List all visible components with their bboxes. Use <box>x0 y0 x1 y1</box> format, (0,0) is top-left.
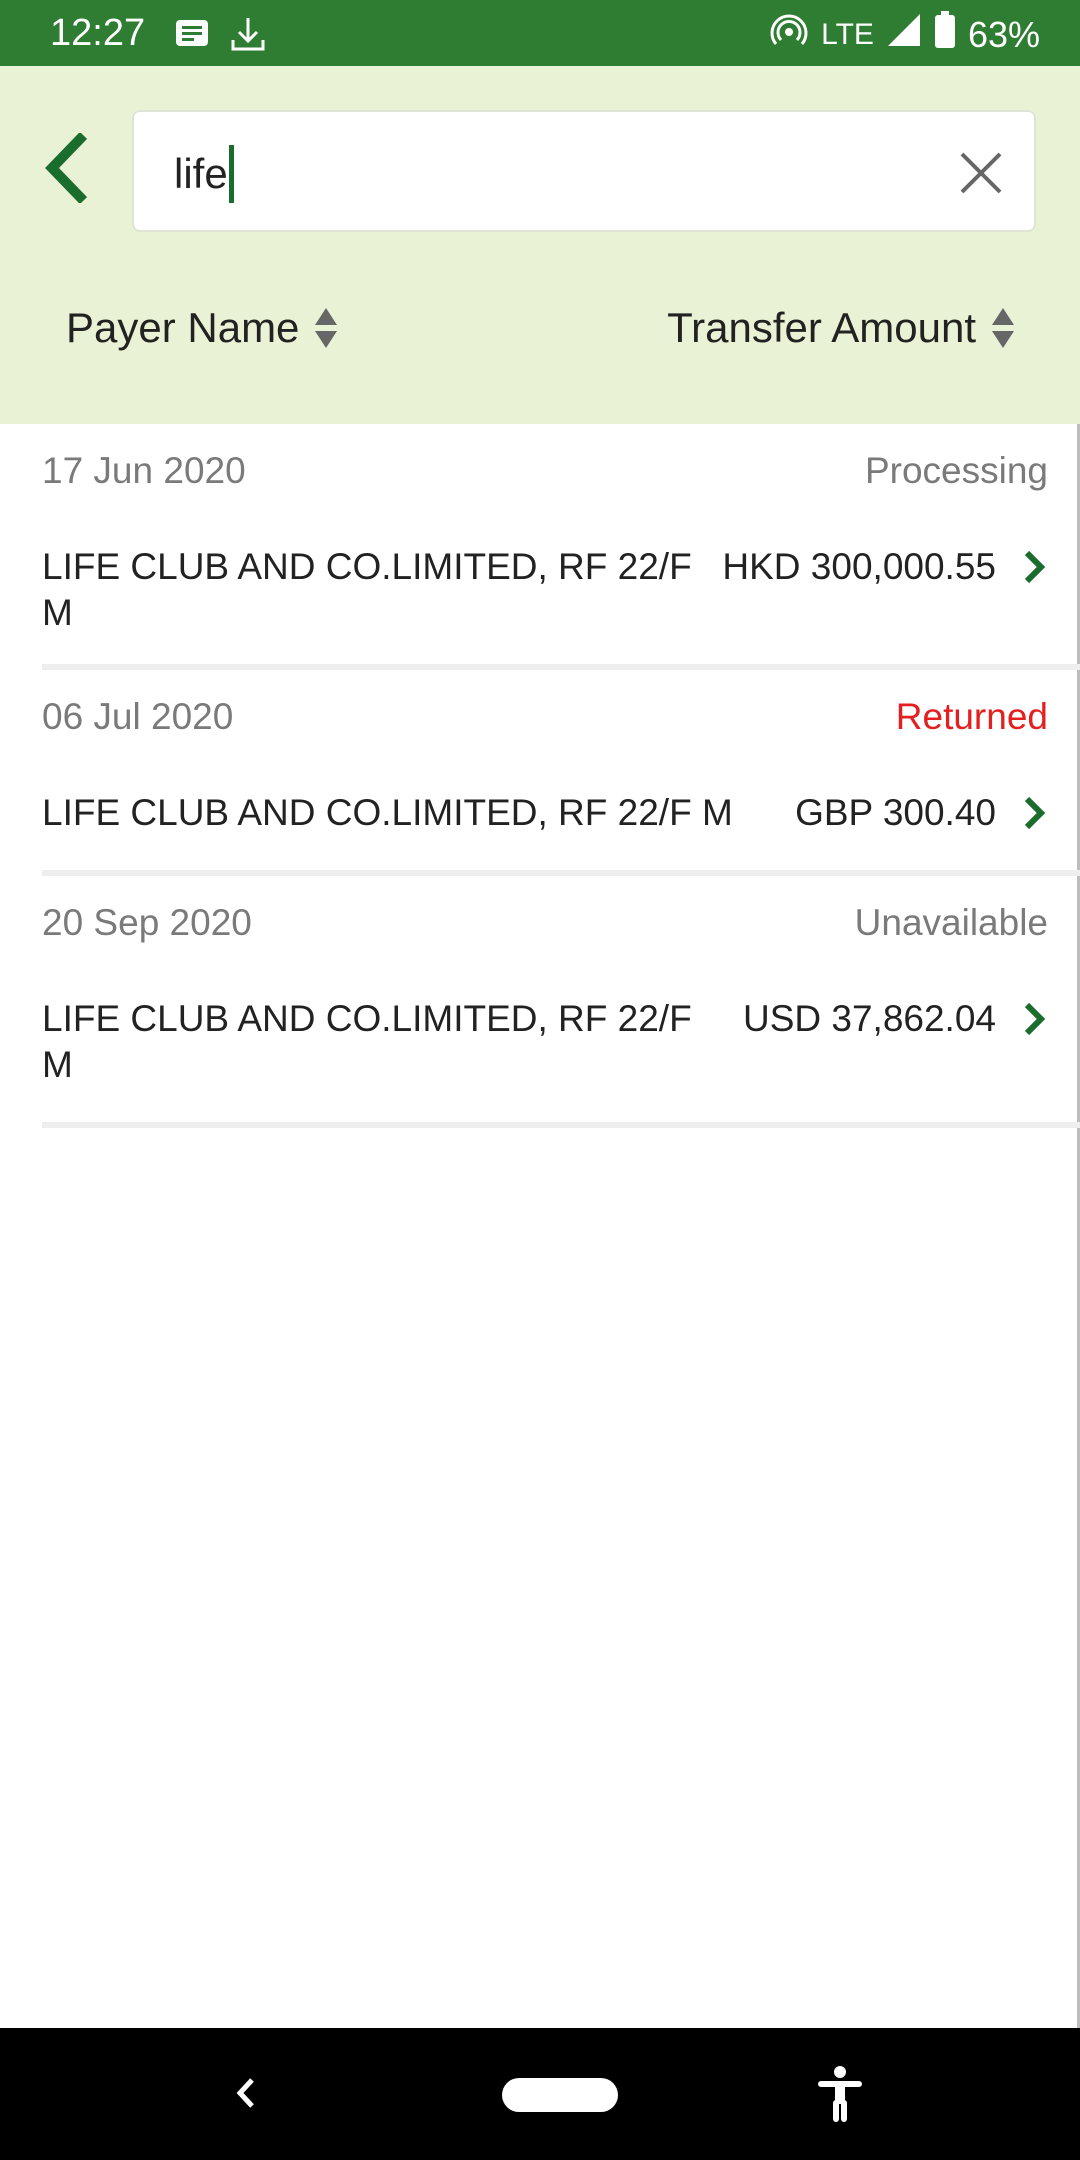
item-amount: HKD 300,000.55 <box>722 546 996 587</box>
item-amount: GBP 300.40 <box>795 792 996 833</box>
message-icon <box>172 14 212 54</box>
item-payer-name: LIFE CLUB AND CO.LIMITED, RF 22/F M <box>42 546 692 633</box>
status-bar: 12:27 LTE 63% <box>0 0 1080 66</box>
search-input-value: life <box>174 150 228 197</box>
item-status: Unavailable <box>854 902 1048 943</box>
chevron-right-icon <box>1016 790 1052 836</box>
accessibility-icon <box>818 2066 862 2122</box>
item-status: Processing <box>864 450 1048 491</box>
search-input[interactable]: life <box>174 145 234 203</box>
search-header: life Payer Name Transfer Amount <box>0 66 1080 424</box>
sort-payer-name-button[interactable]: Payer Name <box>66 298 339 358</box>
list-item[interactable]: 20 Sep 2020 Unavailable LIFE CLUB AND CO… <box>42 876 1080 1128</box>
network-label: LTE <box>821 17 874 51</box>
chevron-right-icon <box>1016 996 1052 1042</box>
item-date: 17 Jun 2020 <box>42 450 246 491</box>
back-button[interactable] <box>30 128 100 208</box>
text-caret <box>228 145 234 203</box>
sort-transfer-amount-label: Transfer Amount <box>667 304 976 351</box>
item-payer-name: LIFE CLUB AND CO.LIMITED, RF 22/F M <box>42 792 733 833</box>
sort-icon <box>315 308 338 348</box>
nav-back-button[interactable] <box>222 2068 272 2118</box>
item-date: 06 Jul 2020 <box>42 696 234 737</box>
signal-icon <box>886 12 922 57</box>
sort-payer-name-label: Payer Name <box>66 304 300 351</box>
nav-home-button[interactable] <box>502 2078 618 2112</box>
nav-back-icon <box>236 2078 254 2108</box>
clear-search-button[interactable] <box>956 148 1006 198</box>
accessibility-button[interactable] <box>812 2064 868 2124</box>
item-status: Returned <box>895 696 1048 737</box>
close-icon <box>960 152 1002 194</box>
chevron-right-icon <box>1016 544 1052 590</box>
item-payer-name: LIFE CLUB AND CO.LIMITED, RF 22/F M <box>42 998 692 1085</box>
download-icon <box>228 14 268 54</box>
status-right: LTE 63% <box>769 10 1040 59</box>
battery-icon <box>934 11 956 58</box>
list-item[interactable]: 06 Jul 2020 Returned LIFE CLUB AND CO.LI… <box>42 670 1080 876</box>
sort-icon <box>992 308 1014 348</box>
sort-transfer-amount-button[interactable]: Transfer Amount <box>667 298 1016 358</box>
system-nav-bar <box>0 2028 1080 2160</box>
list-item[interactable]: 17 Jun 2020 Processing LIFE CLUB AND CO.… <box>42 424 1080 670</box>
back-arrow-icon <box>45 133 88 203</box>
search-box[interactable]: life <box>132 110 1036 232</box>
item-amount: USD 37,862.04 <box>742 998 996 1039</box>
battery-level: 63% <box>967 13 1040 55</box>
status-time: 12:27 <box>50 12 146 54</box>
results-list: 17 Jun 2020 Processing LIFE CLUB AND CO.… <box>0 424 1080 1128</box>
item-date: 20 Sep 2020 <box>42 902 252 943</box>
screen: 12:27 LTE 63% life Payer Name Transfer A… <box>0 0 1080 2160</box>
hotspot-icon <box>769 10 809 59</box>
